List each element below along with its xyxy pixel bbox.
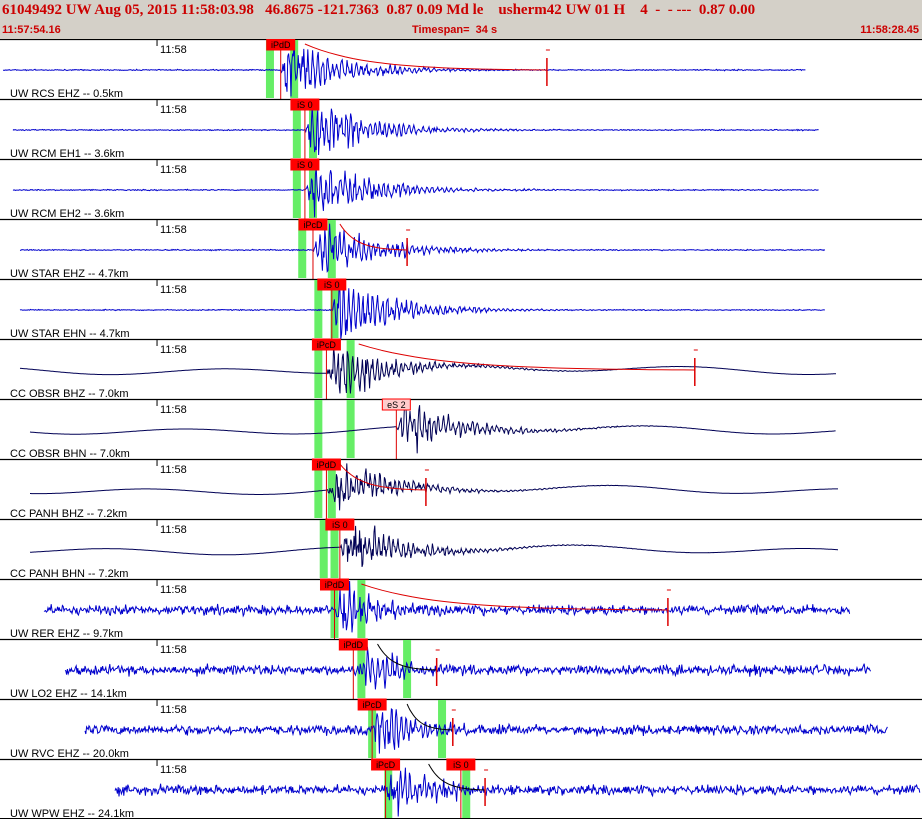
waveform — [19, 346, 836, 394]
waveform — [12, 167, 819, 218]
pick-label: iPdD — [325, 580, 345, 590]
waveform — [2, 40, 806, 97]
pick-label: iPcD — [363, 700, 383, 710]
pick-label: iPdD — [317, 460, 337, 470]
trace-row: 11:58 iPcD UW RVC EHZ -- 20.0km — [0, 698, 922, 760]
trace-row: 11:58 iS 0 UW RCM EH1 -- 3.6km — [0, 98, 922, 160]
tick-label: 11:58 — [160, 164, 187, 176]
seismogram-panel[interactable]: 11:58 iPdD UW RCS EHZ -- 0.5km 11:58 iS 0 UW … — [0, 39, 922, 820]
trace-row: 11:58 iPdD UW LO2 EHZ -- 14.1km — [0, 638, 922, 700]
pick-window — [346, 400, 355, 458]
waveform — [114, 767, 921, 817]
tick-label: 11:58 — [160, 44, 187, 56]
end-time: 11:58:28.45 — [860, 24, 919, 36]
waveform — [12, 105, 819, 156]
tick-label: 11:58 — [160, 224, 187, 236]
tick-label: 11:58 — [160, 404, 187, 416]
pick-label: iPdD — [344, 640, 364, 650]
trace-row: 11:58 iS 0 CC PANH BHN -- 7.2km — [0, 518, 922, 580]
coda-curve — [361, 583, 668, 611]
trace-row: 11:58 iPcD UW STAR EHZ -- 4.7km — [0, 218, 922, 280]
trace-row: 11:58 iPdD UW RER EHZ -- 9.7km — [0, 578, 922, 640]
start-time: 11:57:54.16 — [2, 24, 61, 36]
waveform — [19, 282, 825, 340]
tick-label: 11:58 — [160, 704, 187, 716]
coda-curve — [358, 343, 695, 371]
event-header: 61049492 UW Aug 05, 2015 11:58:03.98 46.… — [0, 0, 922, 22]
event-summary: 61049492 UW Aug 05, 2015 11:58:03.98 46.… — [2, 2, 756, 18]
pick-label: iPcD — [317, 340, 337, 350]
waveform — [19, 223, 826, 273]
trace-row: 11:58 iPcD CC OBSR BHZ -- 7.0km — [0, 338, 922, 400]
tick-label: 11:58 — [160, 104, 187, 116]
station-label: UW RCS EHZ -- 0.5km — [10, 88, 123, 100]
pick-label: iS 0 — [297, 100, 313, 110]
pick-label: iS 0 — [453, 760, 469, 770]
time-bar: 11:57:54.16 Timespan= 34 s 11:58:28.45 — [0, 22, 922, 39]
trace-row: 11:58 iS 0 UW STAR EHN -- 4.7km — [0, 278, 922, 340]
coda-curve — [304, 43, 547, 71]
tick-label: 11:58 — [160, 524, 187, 536]
pick-window — [314, 400, 323, 458]
tick-label: 11:58 — [160, 764, 187, 776]
trace-row: 11:58 iS 0 UW RCM EH2 -- 3.6km — [0, 158, 922, 220]
tick-label: 11:58 — [160, 464, 187, 476]
coda-curve — [339, 463, 426, 491]
station-label: UW STAR EHZ -- 4.7km — [10, 268, 128, 280]
trace-row: 11:58 eS 2 CC OBSR BHN -- 7.0km — [0, 398, 922, 460]
station-label: CC PANH BHZ -- 7.2km — [10, 508, 127, 520]
station-label: UW STAR EHN -- 4.7km — [10, 328, 130, 340]
timespan: Timespan= 34 s — [412, 24, 498, 36]
trace-row: 11:58 iPdD CC PANH BHZ -- 7.2km — [0, 458, 922, 520]
trace-row: 11:58 iPdD UW RCS EHZ -- 0.5km — [0, 39, 922, 100]
station-label: UW RER EHZ -- 9.7km — [10, 628, 123, 640]
station-label: CC OBSR BHZ -- 7.0km — [10, 388, 129, 400]
station-label: UW RCM EH2 -- 3.6km — [10, 208, 124, 220]
pick-label: eS 2 — [387, 400, 406, 410]
station-label: UW RVC EHZ -- 20.0km — [10, 748, 129, 760]
pick-label: iS 0 — [324, 280, 340, 290]
tick-label: 11:58 — [160, 284, 187, 296]
tick-label: 11:58 — [160, 344, 187, 356]
trace-row: 11:58 iPcD iS 0UW WPW EHZ -- 24.1km — [0, 758, 922, 820]
station-label: CC PANH BHN -- 7.2km — [10, 568, 128, 580]
pick-label: iPdD — [271, 40, 291, 50]
tick-label: 11:58 — [160, 584, 187, 596]
waveform — [29, 525, 838, 567]
waveform — [84, 708, 888, 754]
pick-label: iS 0 — [297, 160, 313, 170]
pick-label: iPcD — [376, 760, 396, 770]
station-label: CC OBSR BHN -- 7.0km — [10, 448, 130, 460]
pick-label: iPcD — [303, 220, 323, 230]
station-label: UW RCM EH1 -- 3.6km — [10, 148, 124, 160]
pick-label: iS 0 — [332, 520, 348, 530]
tick-label: 11:58 — [160, 644, 187, 656]
waveform — [29, 405, 836, 454]
station-label: UW LO2 EHZ -- 14.1km — [10, 688, 127, 700]
waveform — [30, 463, 838, 511]
